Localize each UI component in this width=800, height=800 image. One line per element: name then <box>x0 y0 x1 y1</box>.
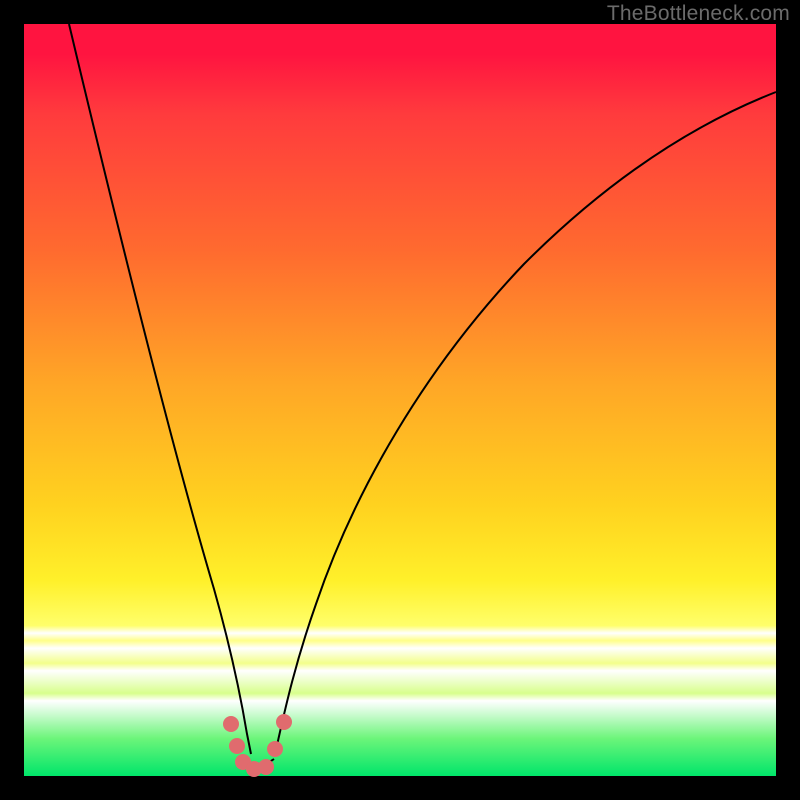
marker-dot <box>276 714 292 730</box>
curve-right <box>275 92 776 754</box>
marker-dot <box>267 741 283 757</box>
curve-left <box>69 24 251 754</box>
marker-dot <box>258 759 274 775</box>
marker-dot <box>229 738 245 754</box>
marker-dot <box>223 716 239 732</box>
chart-svg <box>24 24 776 776</box>
chart-plot-area <box>24 24 776 776</box>
watermark-text: TheBottleneck.com <box>607 2 790 26</box>
